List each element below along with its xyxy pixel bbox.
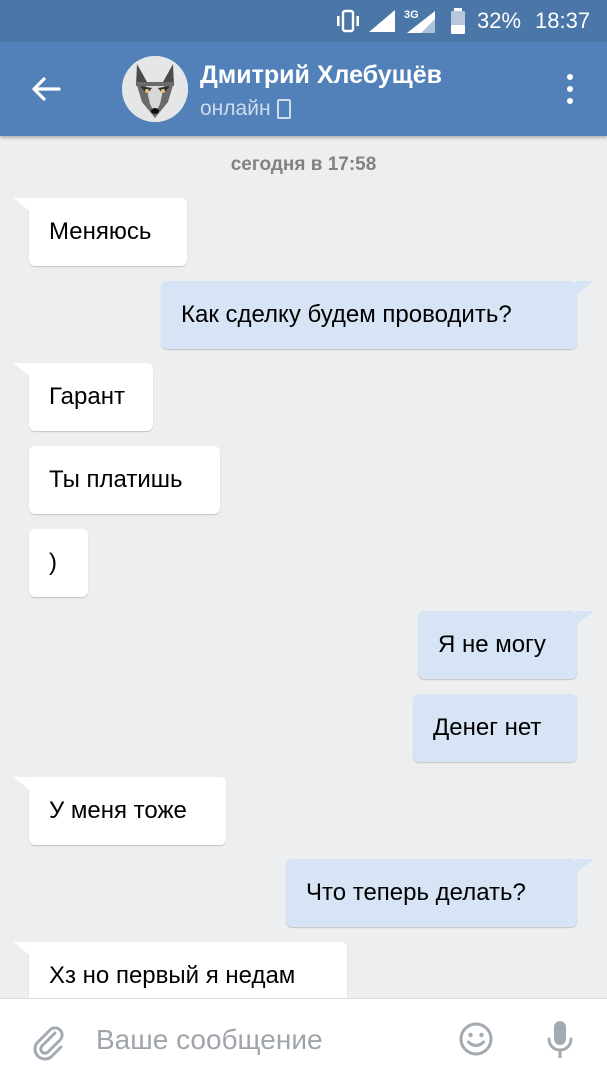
battery-icon [449, 0, 467, 42]
back-button[interactable] [26, 71, 66, 107]
status-bar: 3G 32% 18:37 [0, 0, 607, 42]
message-bubble-incoming[interactable]: Меняюсь [29, 198, 187, 266]
mobile-phone-icon [276, 99, 291, 119]
message-text: Денег нет [433, 714, 542, 741]
message-bubble-outgoing[interactable]: Я не могу [418, 611, 577, 679]
message-bubble-outgoing[interactable]: Что теперь делать? [286, 859, 577, 927]
bubble-tail [13, 363, 31, 377]
bubble-tail [576, 281, 594, 295]
bubble-tail [13, 777, 31, 791]
message-text: Я не могу [438, 631, 546, 658]
bubble-tail [576, 611, 594, 625]
message-bubble-outgoing[interactable]: Денег нет [413, 694, 577, 762]
message-text: У меня тоже [49, 797, 187, 824]
wolf-avatar[interactable] [122, 56, 188, 122]
bubble-tail [13, 942, 31, 956]
network-type-label: 3G [404, 9, 419, 21]
vibrate-icon [334, 0, 362, 42]
paperclip-icon[interactable] [28, 1021, 68, 1061]
back-arrow-icon [32, 77, 61, 101]
contact-status: онлайн [200, 97, 291, 121]
message-bubble-incoming[interactable]: Гарант [29, 363, 153, 431]
contact-name[interactable]: Дмитрий Хлебущёв [200, 61, 442, 90]
message-text: Что теперь делать? [306, 879, 526, 906]
message-bubble-outgoing[interactable]: Как сделку будем проводить? [161, 281, 577, 349]
emoji-icon[interactable] [458, 1021, 494, 1057]
signal-icon [367, 0, 397, 42]
message-text: ) [49, 549, 57, 576]
chat-header: Дмитрий Хлебущёв онлайн [0, 42, 607, 136]
microphone-icon[interactable] [546, 1019, 574, 1061]
clock-time: 18:37 [535, 8, 591, 33]
bubble-tail [13, 198, 31, 212]
message-text: Гарант [49, 383, 125, 410]
message-composer [0, 998, 607, 1081]
message-text: Ты платишь [49, 466, 183, 493]
more-vert-icon[interactable] [556, 70, 584, 108]
message-text: Хз но первый я недам [49, 962, 296, 989]
message-bubble-incoming[interactable]: ) [29, 529, 88, 597]
message-text: Меняюсь [49, 218, 152, 245]
message-bubble-incoming[interactable]: Ты платишь [29, 446, 220, 514]
message-bubble-incoming[interactable]: У меня тоже [29, 777, 226, 845]
online-status-label: онлайн [200, 97, 271, 120]
message-input[interactable] [96, 1019, 426, 1061]
message-text: Как сделку будем проводить? [181, 301, 512, 328]
battery-percent: 32% [477, 8, 522, 33]
bubble-tail [576, 859, 594, 873]
signal-3g-icon: 3G [403, 0, 437, 42]
date-separator: сегодня в 17:58 [230, 154, 377, 175]
